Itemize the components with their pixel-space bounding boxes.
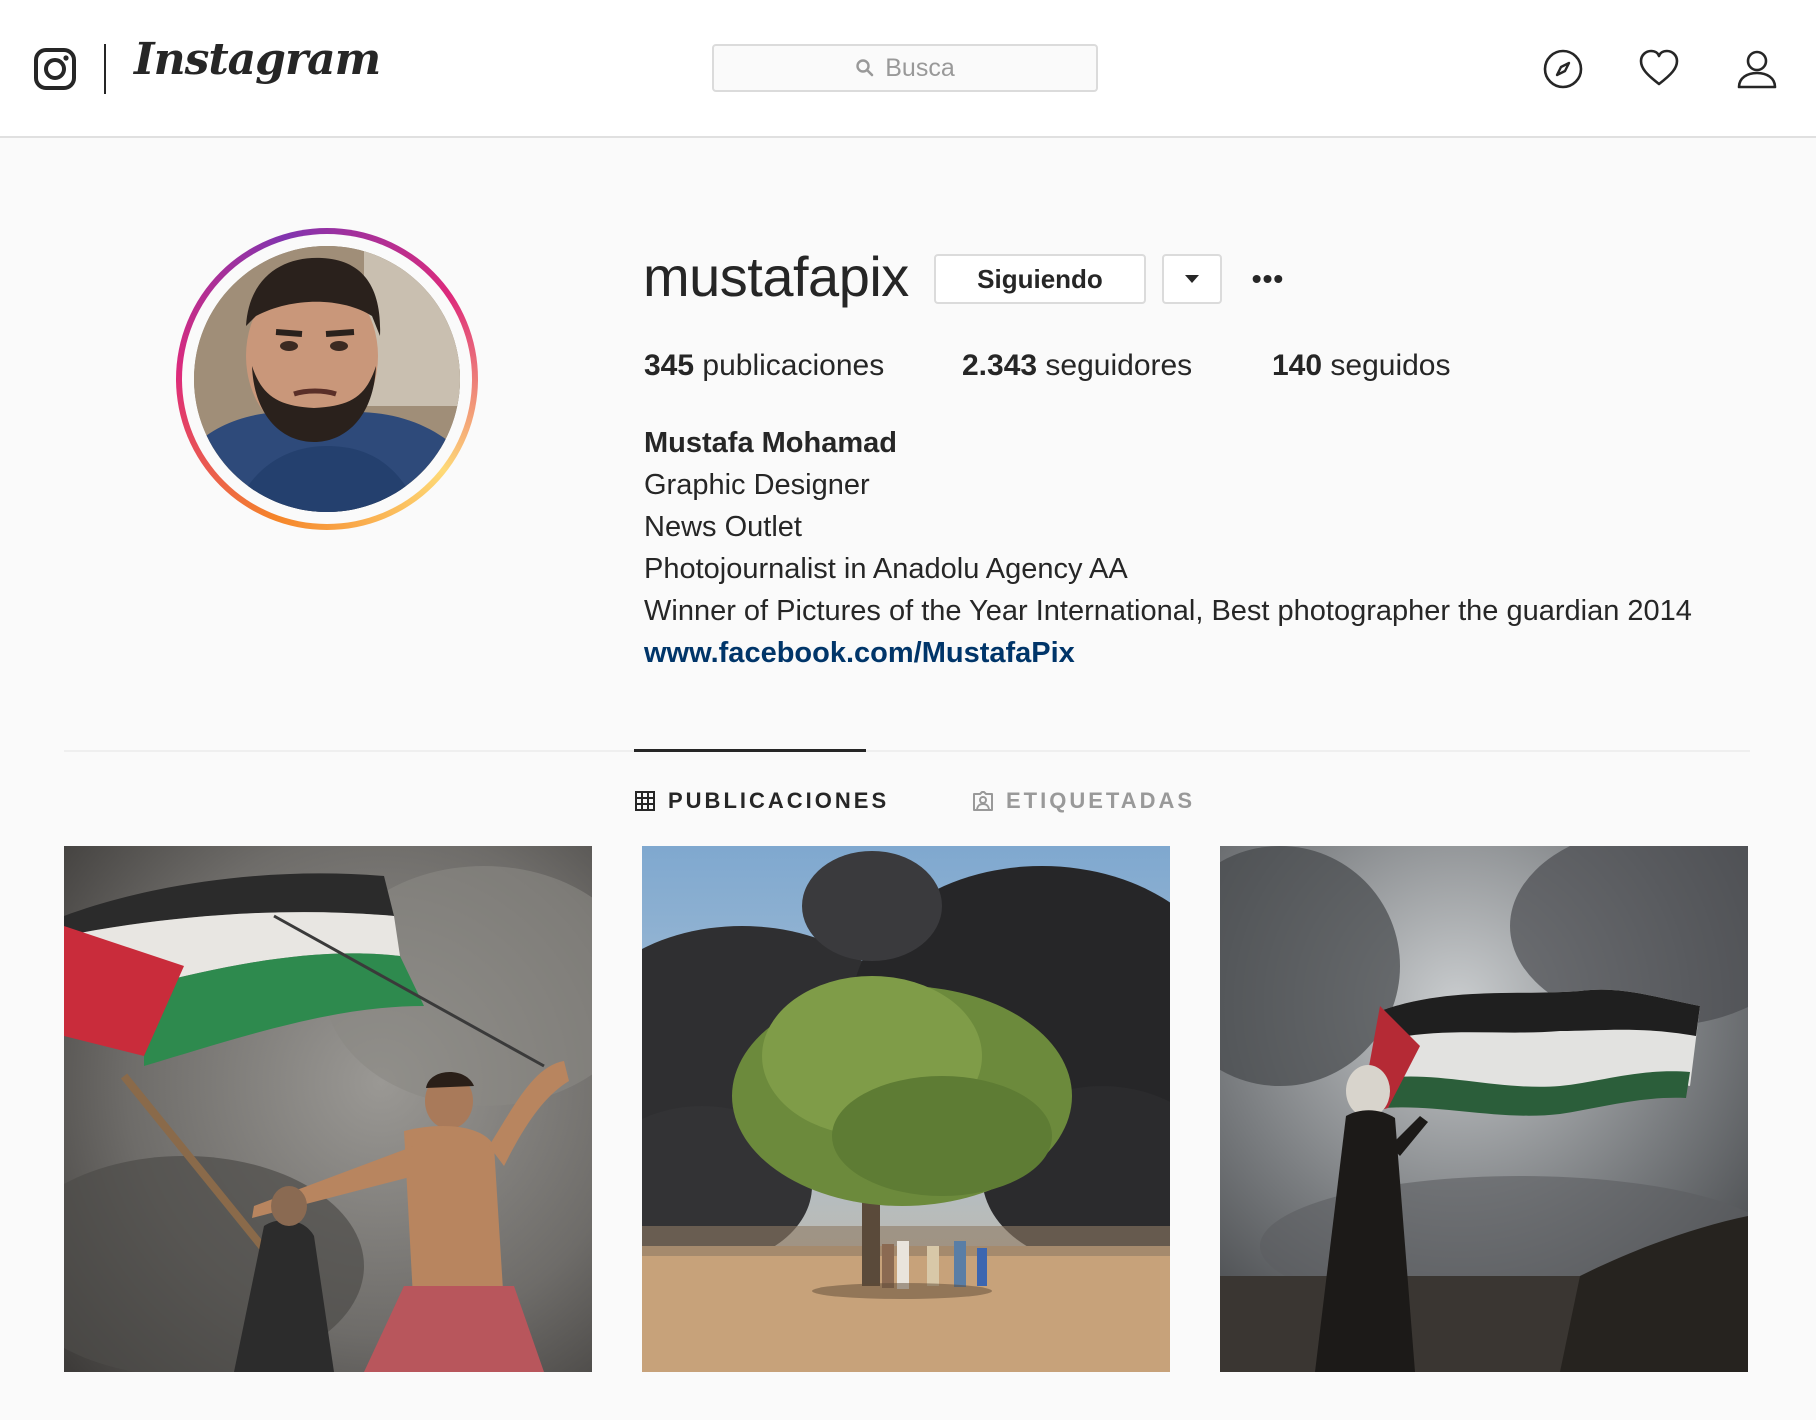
profile-full-name: Mustafa Mohamad — [644, 427, 897, 459]
tab-publicaciones[interactable]: PUBLICACIONES — [634, 786, 889, 816]
photo-tree-smoke — [642, 846, 1170, 1372]
top-navigation-bar: Instagram Busca — [0, 0, 1816, 138]
tagged-person-icon — [973, 791, 993, 811]
search-icon — [856, 59, 874, 77]
story-ring[interactable] — [176, 228, 478, 530]
search-input[interactable]: Busca — [712, 44, 1098, 92]
photo-flag-protester — [64, 846, 592, 1372]
post-thumbnail-2[interactable] — [642, 846, 1170, 1372]
instagram-glyph-icon[interactable] — [33, 47, 77, 91]
bio-line: Photojournalist in Anadolu Agency AA — [644, 553, 1128, 585]
tab-etiquetadas[interactable]: ETIQUETADAS — [972, 786, 1195, 816]
tab-label: PUBLICACIONES — [668, 788, 890, 813]
more-options-icon[interactable]: ••• — [1250, 254, 1286, 304]
logo-divider — [104, 44, 106, 94]
search-placeholder: Busca — [885, 53, 955, 82]
profile-icon[interactable] — [1736, 48, 1778, 90]
tab-label: ETIQUETADAS — [1006, 788, 1196, 813]
caret-down-icon — [1185, 275, 1199, 283]
instagram-wordmark-logo[interactable]: Instagram — [134, 34, 381, 85]
active-tab-indicator — [634, 749, 866, 752]
bio-line: Graphic Designer — [644, 469, 870, 501]
photo-woman-flag — [1220, 846, 1748, 1372]
post-thumbnail-3[interactable] — [1220, 846, 1748, 1372]
bio-line: News Outlet — [644, 511, 802, 543]
tabs-divider — [64, 750, 1750, 752]
following-button[interactable]: Siguiendo — [934, 254, 1146, 304]
heart-icon[interactable] — [1638, 48, 1680, 90]
website-link[interactable]: www.facebook.com/MustafaPix — [644, 632, 1692, 674]
suggestions-dropdown-button[interactable] — [1162, 254, 1222, 304]
compass-icon[interactable] — [1542, 48, 1584, 90]
following-count-stat[interactable]: 140 seguidos — [1272, 349, 1451, 383]
followers-count-stat[interactable]: 2.343 seguidores — [962, 349, 1192, 383]
bio-line: Winner of Pictures of the Year Internati… — [644, 595, 1692, 627]
profile-bio: Mustafa Mohamad Graphic Designer News Ou… — [644, 422, 1692, 674]
grid-icon — [635, 791, 655, 811]
profile-username: mustafapix — [643, 245, 909, 308]
post-thumbnail-1[interactable] — [64, 846, 592, 1372]
posts-count-stat: 345 publicaciones — [644, 349, 885, 382]
profile-avatar — [194, 246, 460, 512]
